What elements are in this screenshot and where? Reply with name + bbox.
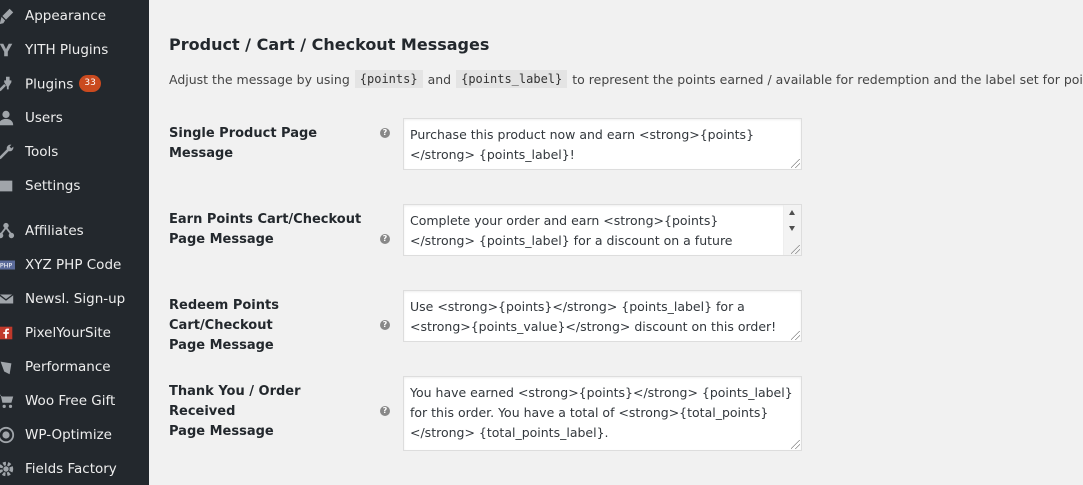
help-icon[interactable]: ? <box>380 234 390 244</box>
svg-text:PHP: PHP <box>0 263 12 270</box>
sidebar-item-label: Fields Factory <box>25 461 117 477</box>
scroll-up-arrow-icon[interactable] <box>789 210 795 215</box>
single-product-message-textarea[interactable]: Purchase this product now and earn <stro… <box>403 118 802 170</box>
paintbrush-icon <box>0 6 16 26</box>
facebook-icon <box>0 323 16 343</box>
textarea-text: Complete your order and earn <strong>{po… <box>410 213 733 255</box>
sidebar-item-pixelyoursite[interactable]: PixelYourSite <box>0 317 149 349</box>
user-icon <box>0 108 16 128</box>
description-suffix: to represent the points earned / availab… <box>572 71 1083 87</box>
sidebar-item-performance[interactable]: Performance <box>0 351 149 383</box>
scroll-down-arrow-icon[interactable] <box>789 226 795 231</box>
settings-icon <box>0 176 16 196</box>
sidebar-item-plugins[interactable]: Plugins 33 <box>0 68 149 100</box>
sidebar-item-label: Appearance <box>25 8 107 24</box>
sidebar-item-wp-optimize[interactable]: WP-Optimize <box>0 419 149 451</box>
label-line-2: Page Message <box>169 338 274 353</box>
sidebar-item-label: WP-Optimize <box>25 427 112 443</box>
sidebar-item-label: Woo Free Gift <box>25 393 116 409</box>
textarea-text: You have earned <strong>{points}</strong… <box>410 385 793 440</box>
label-line-1: Single Product Page Message <box>169 126 318 161</box>
label-line-1: Thank You / Order Received <box>169 384 301 419</box>
label-line-2: Page Message <box>169 232 274 247</box>
sidebar-item-label: Users <box>25 110 63 126</box>
sidebar-item-fields-factory[interactable]: Fields Factory <box>0 453 149 485</box>
help-icon[interactable]: ? <box>380 320 390 330</box>
sidebar-item-appearance[interactable]: Appearance <box>0 0 149 32</box>
earn-points-message-textarea[interactable]: Complete your order and earn <strong>{po… <box>403 204 802 256</box>
section-description: Adjust the message by using {points} and… <box>169 70 1083 88</box>
yith-icon <box>0 40 16 60</box>
points-code: {points} <box>354 70 423 88</box>
sidebar-item-label: PixelYourSite <box>25 325 111 341</box>
resize-handle-icon[interactable] <box>791 159 800 168</box>
gear-icon <box>0 459 16 479</box>
field-label-thank-you: Thank You / Order Received Page Message <box>169 382 369 442</box>
sidebar-item-affiliates[interactable]: Affiliates <box>0 215 149 247</box>
sidebar-item-yith-plugins[interactable]: YITH Plugins <box>0 34 149 66</box>
sidebar-item-settings[interactable]: Settings <box>0 170 149 202</box>
field-label-single-product: Single Product Page Message <box>169 124 369 164</box>
field-label-redeem-points: Redeem Points Cart/Checkout Page Message <box>169 296 369 356</box>
affiliates-icon <box>0 221 16 241</box>
resize-handle-icon[interactable] <box>791 331 800 340</box>
update-count-badge: 33 <box>79 74 101 92</box>
sidebar-item-newsl-sign-up[interactable]: Newsl. Sign-up <box>0 283 149 315</box>
sidebar-item-label: Performance <box>25 359 111 375</box>
sidebar-item-label: Plugins 33 <box>25 74 101 93</box>
thank-you-message-textarea[interactable]: You have earned <strong>{points}</strong… <box>403 376 802 451</box>
sidebar-item-xyz-php-code[interactable]: PHP XYZ PHP Code <box>0 249 149 281</box>
field-label-earn-points: Earn Points Cart/Checkout Page Message <box>169 210 369 250</box>
sidebar-item-users[interactable]: Users <box>0 102 149 134</box>
description-prefix: Adjust the message by using <box>169 71 350 87</box>
envelope-icon <box>0 289 16 309</box>
sidebar-item-label-text: Plugins <box>25 76 74 92</box>
php-icon: PHP <box>0 255 16 275</box>
sidebar-item-woo-free-gift[interactable]: Woo Free Gift <box>0 385 149 417</box>
performance-icon <box>0 357 16 377</box>
label-line-1: Redeem Points Cart/Checkout <box>169 298 279 333</box>
help-icon[interactable]: ? <box>380 406 390 416</box>
section-title: Product / Cart / Checkout Messages <box>169 35 490 54</box>
resize-handle-icon[interactable] <box>791 440 800 449</box>
redeem-points-message-textarea[interactable]: Use <strong>{points}</strong> {points_la… <box>403 290 802 342</box>
sidebar-item-label: YITH Plugins <box>25 42 109 58</box>
label-line-2: Page Message <box>169 424 274 439</box>
admin-sidebar: Appearance YITH Plugins Plugins 33 Users … <box>0 0 149 485</box>
sidebar-item-label: Tools <box>25 144 59 160</box>
cart-icon <box>0 391 16 411</box>
optimize-icon <box>0 425 16 445</box>
help-icon[interactable]: ? <box>380 128 390 138</box>
textarea-text: Purchase this product now and earn <stro… <box>410 127 755 162</box>
textarea-text: Use <strong>{points}</strong> {points_la… <box>410 299 777 334</box>
sidebar-item-label: Settings <box>25 178 81 194</box>
resize-handle-icon[interactable] <box>791 245 800 254</box>
points-label-code: {points_label} <box>456 70 568 88</box>
sidebar-item-label: Affiliates <box>25 223 84 239</box>
sidebar-item-label: Newsl. Sign-up <box>25 291 126 307</box>
description-and: and <box>427 71 452 87</box>
sidebar-item-label: XYZ PHP Code <box>25 257 122 273</box>
wrench-icon <box>0 142 16 162</box>
label-line-1: Earn Points Cart/Checkout <box>169 212 362 227</box>
plug-icon <box>0 74 16 94</box>
main-content: Product / Cart / Checkout Messages Adjus… <box>149 0 1083 485</box>
sidebar-item-tools[interactable]: Tools <box>0 136 149 168</box>
